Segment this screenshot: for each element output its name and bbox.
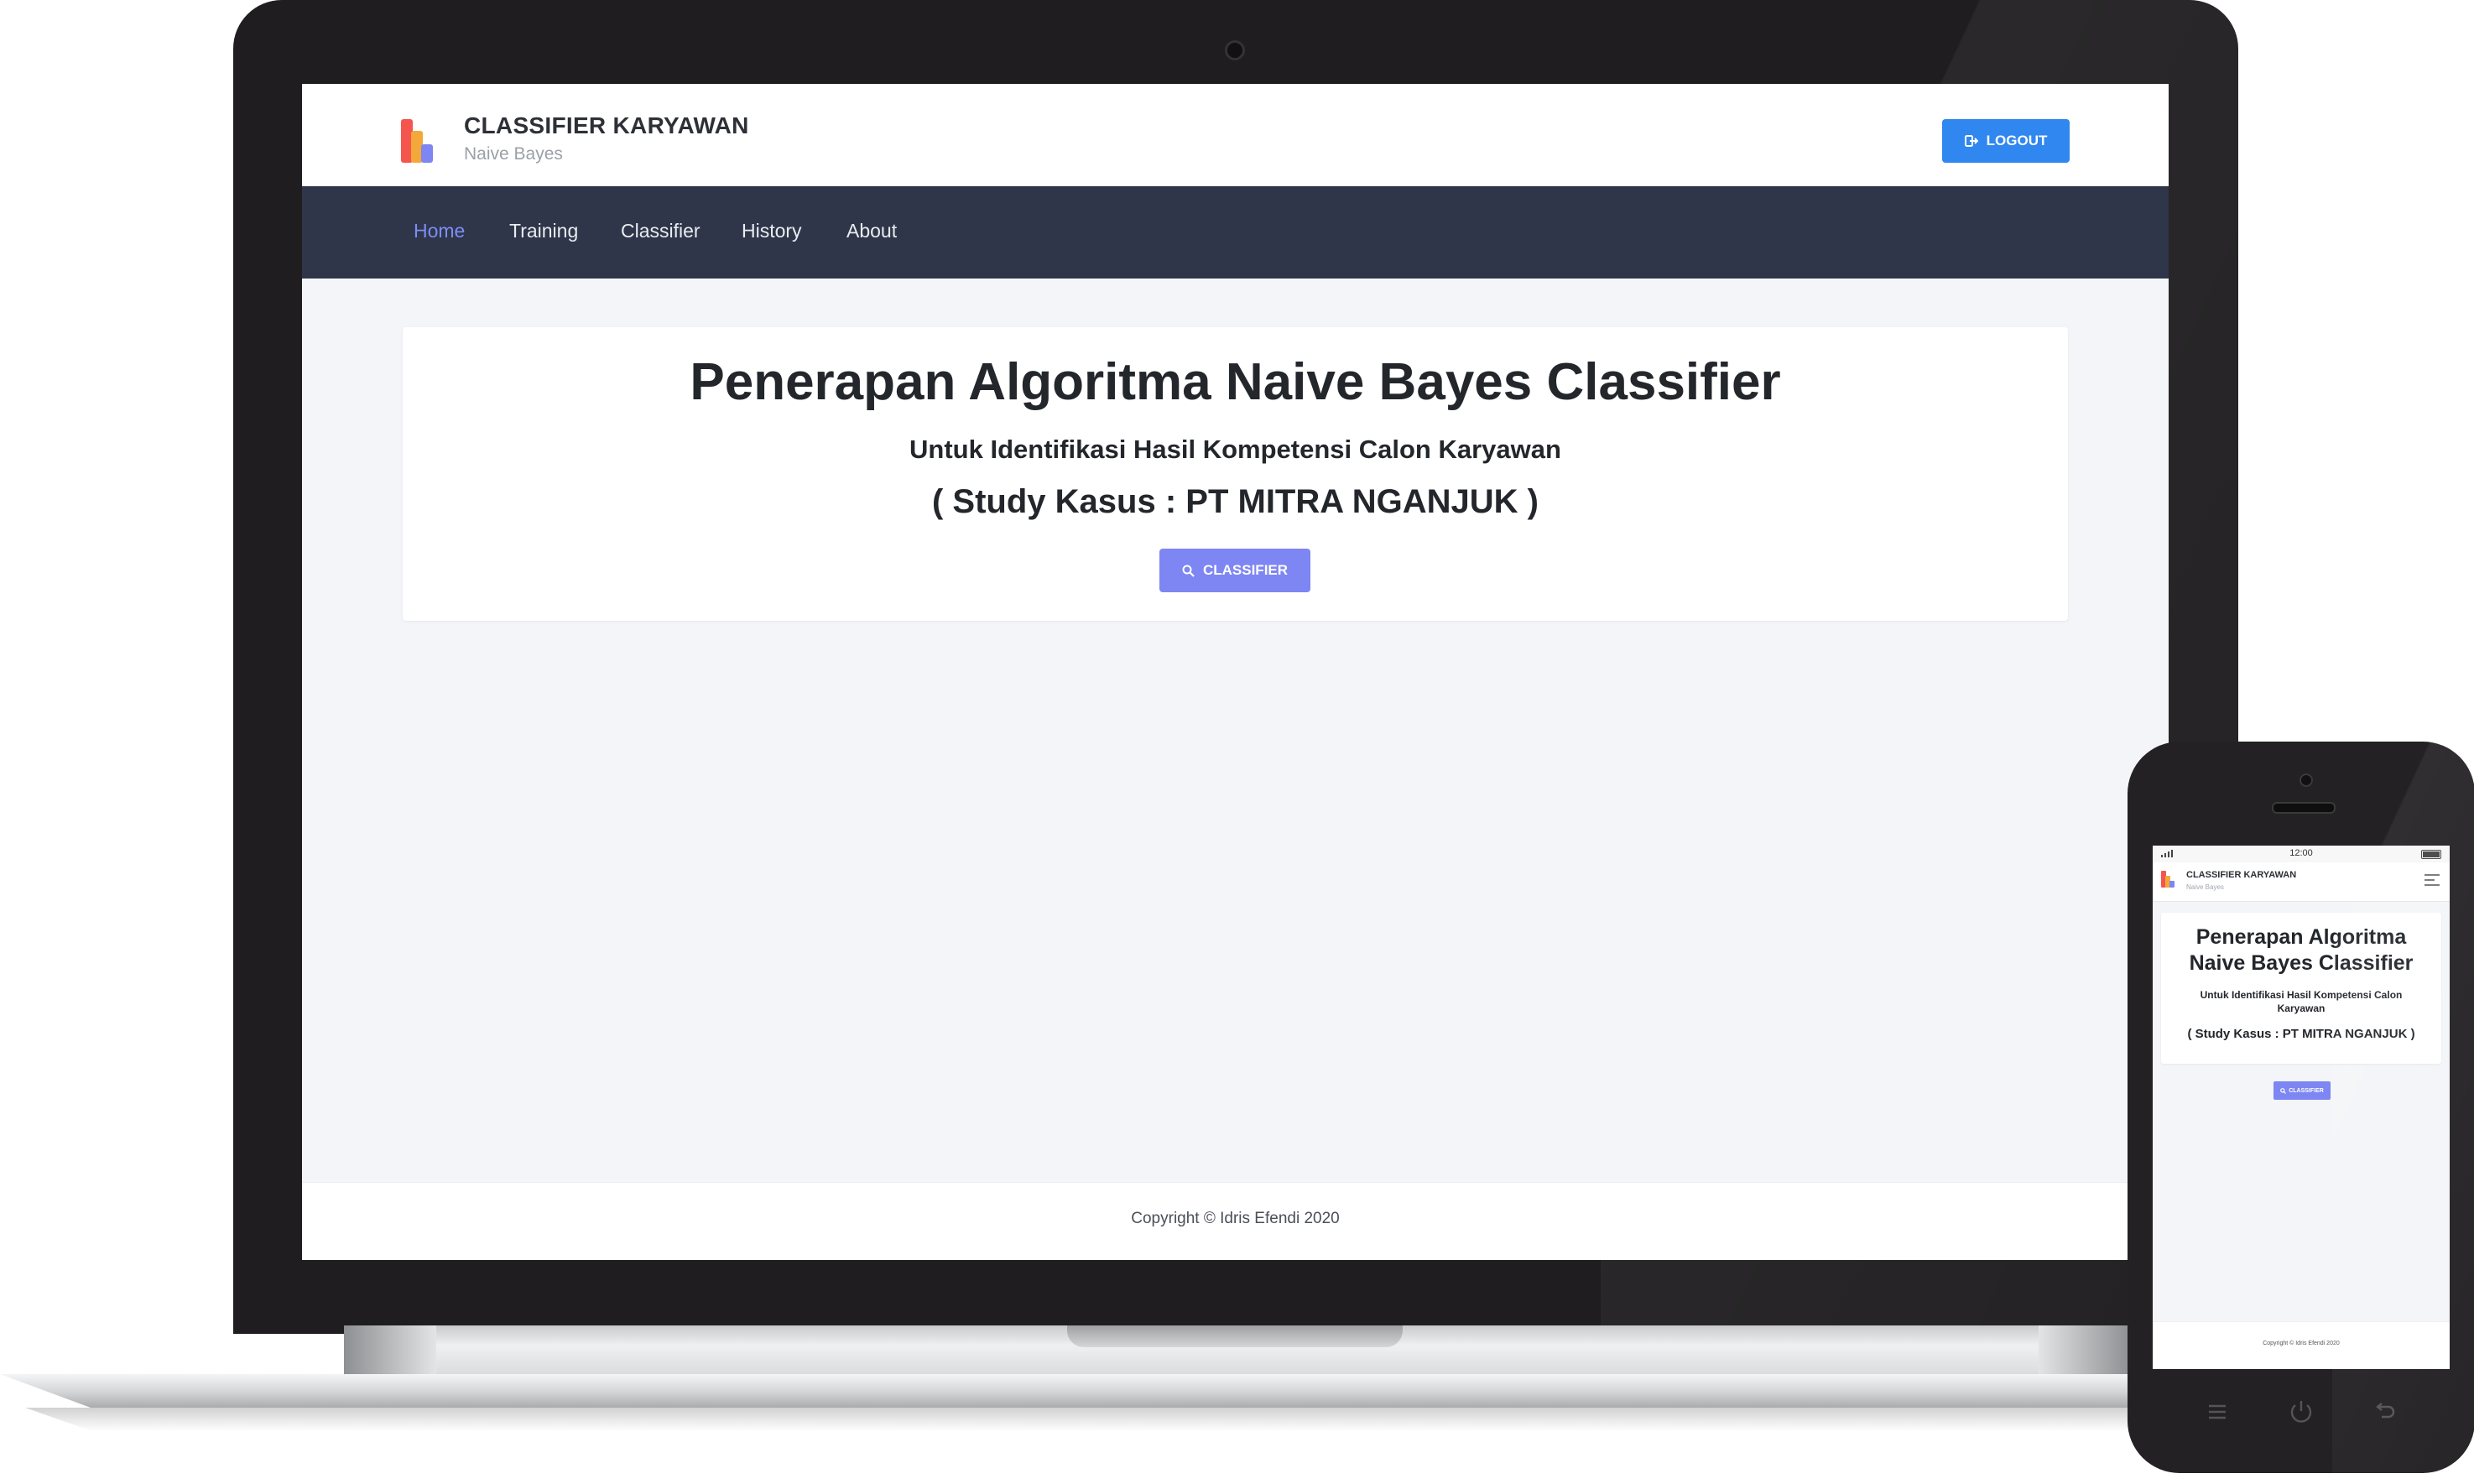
mobile-hero-subtitle: Untuk Identifikasi Hasil Kompetensi Calo…	[2200, 989, 2403, 1014]
nav-item-about[interactable]: About	[846, 220, 897, 242]
laptop-camera	[1225, 40, 1245, 60]
laptop-screen: CLASSIFIER KARYAWAN Naive Bayes LOGOUT H…	[302, 84, 2169, 1260]
phone-screen: 12:00 CLASSIFIER KARYAWAN Naive Bayes Pe…	[2153, 846, 2450, 1369]
battery-icon	[2421, 850, 2441, 859]
brand-logo-icon	[401, 119, 443, 163]
mobile-hero-card: Penerapan Algoritma Naive Bayes Classifie…	[2161, 913, 2441, 1064]
mobile-footer: Copyright © Idris Efendi 2020	[2153, 1321, 2450, 1369]
power-icon[interactable]	[2287, 1398, 2315, 1426]
logout-button[interactable]: LOGOUT	[1942, 119, 2070, 163]
status-time: 12:00	[2289, 848, 2313, 858]
brand-title: CLASSIFIER KARYAWAN	[464, 112, 749, 138]
phone-status-bar: 12:00	[2153, 846, 2450, 862]
mobile-brand-title: CLASSIFIER KARYAWAN	[2186, 870, 2297, 880]
menu-icon[interactable]	[2425, 874, 2440, 889]
phone-speaker	[2272, 802, 2336, 814]
search-icon	[1182, 565, 1195, 577]
phone-mockup: 12:00 CLASSIFIER KARYAWAN Naive Bayes Pe…	[2128, 742, 2474, 1473]
classifier-button[interactable]: CLASSIFIER	[1159, 549, 1310, 592]
nav-item-history[interactable]: History	[742, 220, 802, 242]
hero-card: Penerapan Algoritma Naive Bayes Classifi…	[403, 327, 2068, 621]
app-footer: Copyright © Idris Efendi 2020	[302, 1182, 2169, 1260]
app-header: CLASSIFIER KARYAWAN Naive Bayes LOGOUT	[302, 84, 2169, 186]
main-navbar: Home Training Classifier History About	[302, 186, 2169, 279]
hero-case-study: ( Study Kasus : PT MITRA NGANJUK )	[932, 483, 1539, 520]
nav-item-classifier[interactable]: Classifier	[621, 220, 701, 242]
laptop-shadow	[25, 1408, 2240, 1431]
footer-copyright: Copyright © Idris Efendi 2020	[1131, 1210, 1340, 1227]
laptop-base	[0, 1374, 2265, 1408]
laptop-notch	[1067, 1325, 1403, 1347]
mobile-footer-copyright: Copyright © Idris Efendi 2020	[2263, 1341, 2340, 1346]
mobile-header: CLASSIFIER KARYAWAN Naive Bayes	[2153, 862, 2450, 902]
mobile-search-icon	[2280, 1087, 2287, 1094]
nav-item-home[interactable]: Home	[414, 220, 465, 242]
mobile-brand-logo-icon	[2161, 871, 2176, 888]
classifier-button-label: CLASSIFIER	[1202, 562, 1289, 578]
mobile-classifier-button-label: CLASSIFIER	[2289, 1087, 2324, 1094]
phone-menu-key-icon[interactable]	[2203, 1398, 2232, 1426]
mobile-classifier-button[interactable]: CLASSIFIER	[2273, 1081, 2331, 1100]
phone-camera	[2300, 773, 2313, 787]
logout-icon	[1964, 135, 1978, 147]
hero-title: Penerapan Algoritma Naive Bayes Classifi…	[690, 353, 1781, 411]
back-icon[interactable]	[2371, 1398, 2399, 1426]
brand-subtitle: Naive Bayes	[464, 144, 563, 164]
hero-subtitle: Untuk Identifikasi Hasil Kompetensi Calo…	[909, 435, 1561, 464]
mobile-hero-case-study: ( Study Kasus : PT MITRA NGANJUK )	[2187, 1027, 2415, 1041]
logout-label: LOGOUT	[1986, 133, 2048, 148]
mobile-brand-subtitle: Naive Bayes	[2186, 883, 2224, 891]
mobile-hero-title: Penerapan Algoritma Naive Bayes Classifie…	[2189, 925, 2414, 975]
nav-item-training[interactable]: Training	[509, 220, 578, 242]
